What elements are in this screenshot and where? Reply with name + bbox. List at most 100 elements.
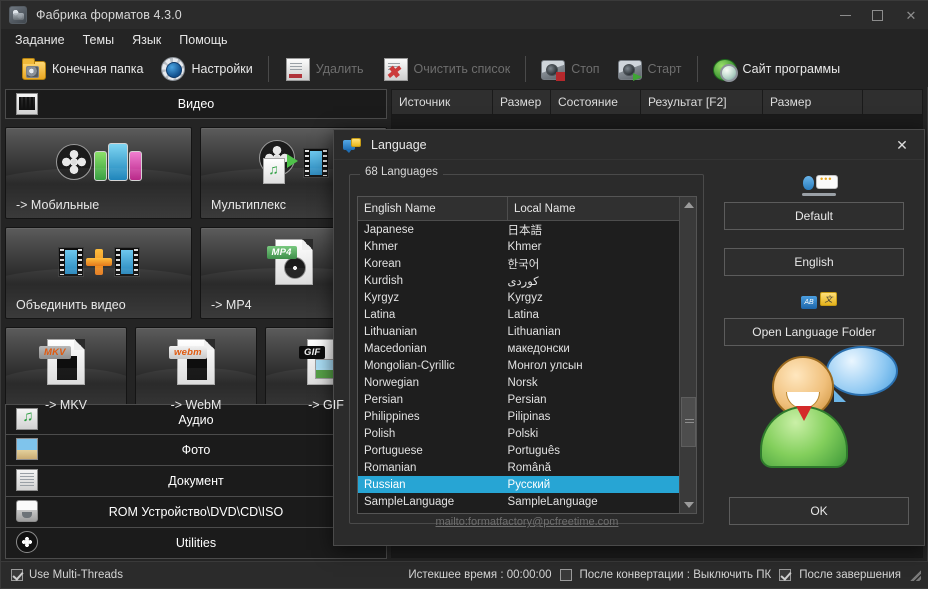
language-row[interactable]: Kyrgyz Kyrgyz [358,289,679,306]
language-row[interactable]: Kurdish کوردی [358,272,679,289]
sidebar-category-photo[interactable]: Фото [5,435,387,466]
filmstrip-icon [113,247,140,277]
maximize-button[interactable] [861,1,893,29]
column-header-source[interactable]: Источник [391,89,493,115]
maximize-icon [871,9,883,21]
chevron-up-icon [683,202,694,208]
start-button[interactable]: Старт [609,52,691,86]
scroll-down-button[interactable] [680,497,697,513]
close-icon: ✕ [905,7,917,23]
resize-grip-icon[interactable] [909,569,921,581]
sidebar-category-rom-label: ROM Устройство\DVD\CD\ISO [108,505,284,519]
ok-button[interactable]: OK [729,497,909,525]
language-list[interactable]: English Name Local Name Japanese 日本語 Khmer… [357,196,697,514]
language-scrollbar[interactable] [679,197,696,513]
language-row[interactable]: Russian Русский [358,476,679,493]
column-header-state[interactable]: Состояние [551,89,641,115]
language-local-name: Latina [507,308,539,321]
support-email-link[interactable]: mailto:formatfactory@pcfreetime.com [357,516,697,528]
language-row[interactable]: Korean 한국어 [358,255,679,272]
language-english-name: SampleLanguage [364,495,455,508]
language-row[interactable]: Philippines Pilipinas [358,408,679,425]
tile-to-webm[interactable]: webm -> WebM [135,327,257,419]
sidebar-category-utilities[interactable]: Utilities [5,528,387,559]
dialog-close-button[interactable]: ✕ [880,130,924,160]
language-row[interactable]: Japanese 日本語 [358,221,679,238]
language-row[interactable]: Romanian Română [358,459,679,476]
website-button[interactable]: Сайт программы [704,52,850,86]
webm-tag: webm [169,346,207,359]
toolbar-separator-3 [696,56,698,82]
language-english-name: Kurdish [364,274,403,287]
toolbar-separator-2 [525,56,527,82]
clear-list-button[interactable]: ✖ Очистить список [373,52,520,86]
column-header-blank[interactable] [863,89,923,115]
stop-label: Стоп [571,62,600,76]
utilities-icon [16,531,38,553]
sidebar-category-audio-label: Аудио [178,412,214,427]
open-language-folder-button[interactable]: Open Language Folder [724,318,904,346]
column-header-size[interactable]: Размер [493,89,551,115]
language-row[interactable]: Persian Persian [358,391,679,408]
status-bar-left: Use Multi-Threads [1,569,123,581]
language-row[interactable]: SampleLanguage SampleLanguage [358,493,679,510]
close-button[interactable]: ✕ [893,1,928,29]
tile-merge-video[interactable]: Объединить видео [5,227,192,319]
after-conversion-checkbox[interactable] [559,569,572,581]
language-row[interactable]: Norwegian Norsk [358,374,679,391]
column-header-size-2[interactable]: Размер [763,89,863,115]
title-bar: Фабрика форматов 4.3.0 ✕ [1,1,928,29]
language-row[interactable]: Polish Polski [358,425,679,442]
language-row[interactable]: Macedonian македонски [358,340,679,357]
language-english-name: Kyrgyz [364,291,400,304]
app-logo-icon [9,6,27,24]
language-english-name: Romanian [364,461,417,474]
scroll-up-button[interactable] [680,197,697,213]
menu-item-help[interactable]: Помощь [179,33,227,47]
stop-button[interactable]: Стоп [532,52,608,86]
language-row[interactable]: Latina Latina [358,306,679,323]
dialog-actions: Default English AB 文 Open Language Folde… [724,174,914,535]
default-language-button[interactable]: Default [724,202,904,230]
output-folder-button[interactable]: Конечная папка [13,52,152,86]
folder-icon [22,57,46,80]
multi-threads-checkbox[interactable] [11,569,23,581]
language-row[interactable]: Lithuanian Lithuanian [358,323,679,340]
column-header-local-name[interactable]: Local Name [508,197,680,221]
tile-to-mkv-label: -> MKV [44,398,88,412]
dialog-title-bar: Language ✕ [334,130,924,160]
multiplex-icon [258,140,329,184]
menu-item-themes[interactable]: Темы [83,33,114,47]
remove-icon [285,57,310,81]
tile-to-mkv-art: MKV [6,334,126,390]
window-controls: ✕ [829,1,928,29]
tile-to-mobile[interactable]: -> Мобильные [5,127,192,219]
dialog-title: Language [371,137,427,152]
column-header-english-name[interactable]: English Name [358,197,508,221]
sidebar-category-rom[interactable]: ROM Устройство\DVD\CD\ISO [5,497,387,528]
tile-to-mkv[interactable]: MKV -> MKV [5,327,127,419]
english-language-button[interactable]: English [724,248,904,276]
menu-item-task[interactable]: Задание [15,33,65,47]
start-label: Старт [647,62,682,76]
video-icon [16,93,38,115]
column-header-result[interactable]: Результат [F2] [641,89,763,115]
scrollbar-thumb[interactable] [681,397,696,447]
after-finish-checkbox[interactable] [779,569,792,581]
language-row[interactable]: Portuguese Português [358,442,679,459]
remove-button[interactable]: Удалить [275,52,373,86]
language-row[interactable]: Khmer Khmer [358,238,679,255]
status-bar-right: Истекшее время : 00:00:00 После конверта… [408,569,928,581]
mobile-phones-icon [93,143,142,181]
language-english-name: Lithuanian [364,325,418,338]
photo-icon [16,438,38,460]
language-english-name: Norwegian [364,376,419,389]
menu-item-language[interactable]: Язык [132,33,161,47]
sidebar-category-document[interactable]: Документ [5,466,387,497]
minimize-button[interactable] [829,1,861,29]
language-row[interactable]: Mongolian-Cyrillic Монгол улсын [358,357,679,374]
language-local-name: Khmer [507,240,542,253]
sidebar-category-video[interactable]: Видео [5,89,387,119]
options-button[interactable]: Настройки [152,52,261,86]
tile-multiplex-label: Мультиплекс [211,198,286,212]
